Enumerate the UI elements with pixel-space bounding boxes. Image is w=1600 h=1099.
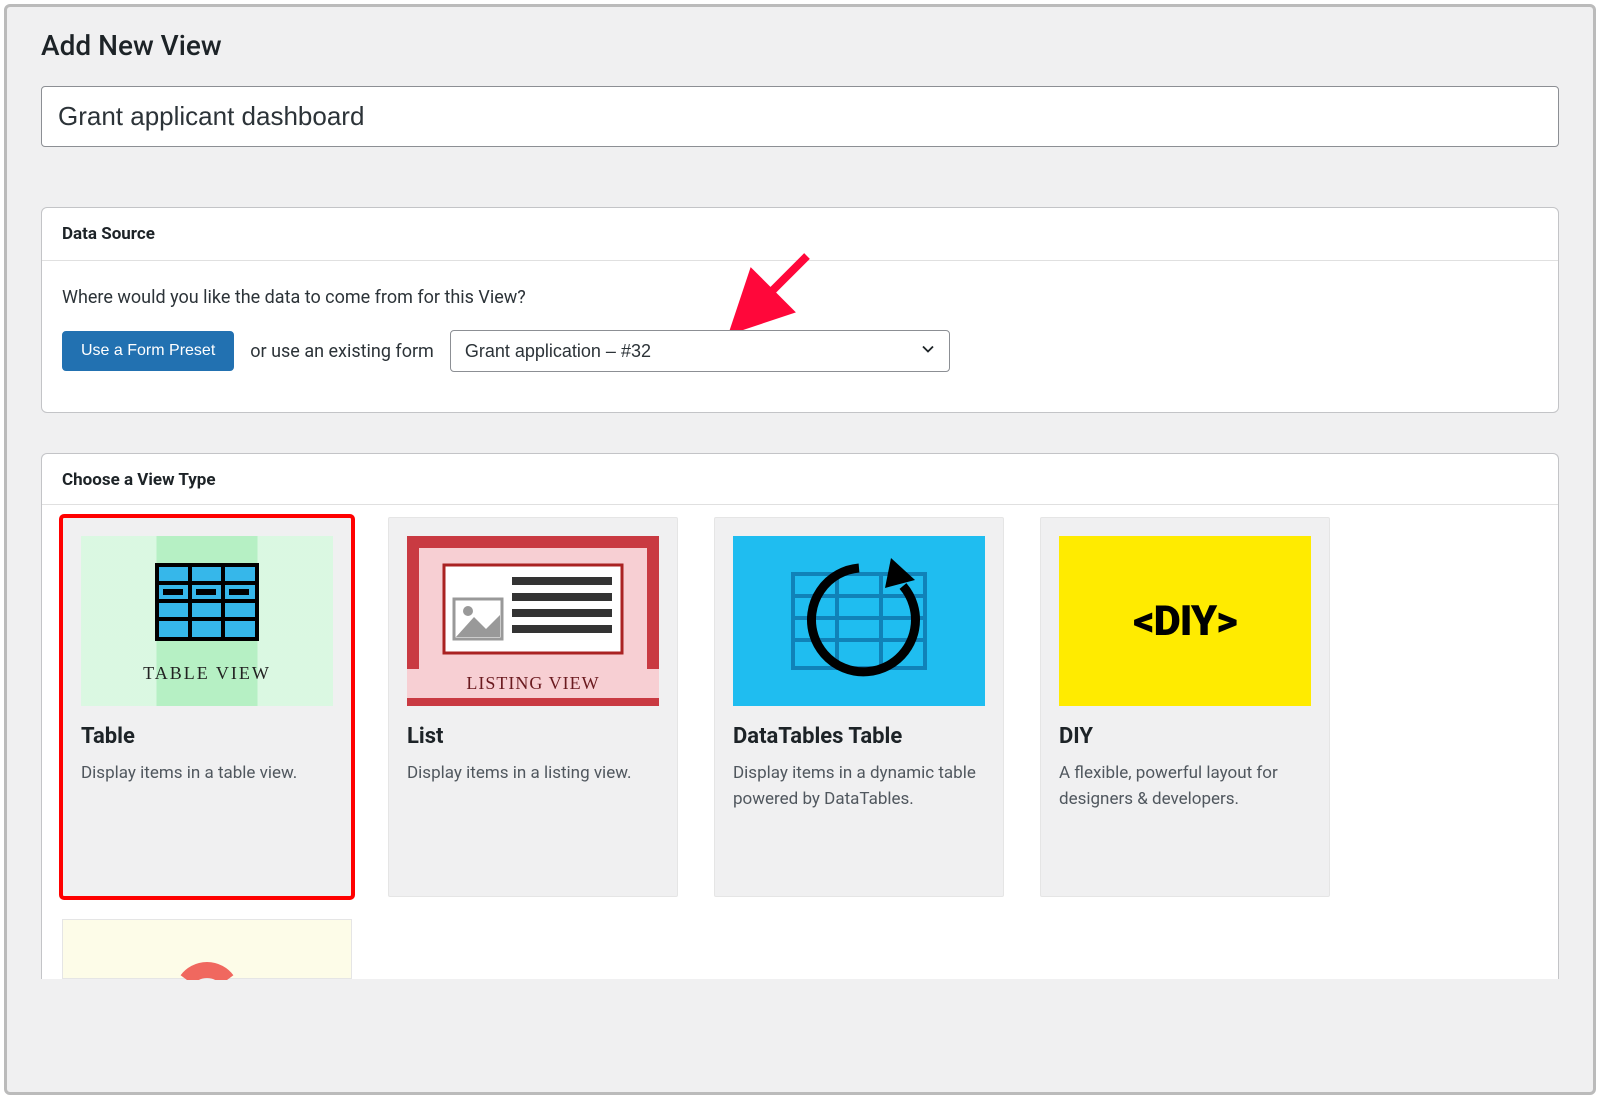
list-thumbnail: LISTING VIEW [407,536,659,706]
card-desc: Display items in a listing view. [407,761,659,787]
diy-thumbnail: <DIY> [1059,536,1311,706]
partial-circle-icon [172,930,242,980]
diy-thumb-caption: <DIY> [1133,597,1237,646]
view-type-cards-row2 [42,919,1558,979]
or-use-existing-text: or use an existing form [250,341,434,362]
card-desc: A flexible, powerful layout for designer… [1059,761,1311,812]
data-source-panel: Data Source Where would you like the dat… [41,207,1559,413]
view-type-card-diy[interactable]: <DIY> DIY A flexible, powerful layout fo… [1040,517,1330,897]
listing-card-icon [438,559,628,659]
view-type-card-table[interactable]: TABLE VIEW Table Display items in a tabl… [62,517,352,897]
view-type-card-datatables[interactable]: DataTables Table Display items in a dyna… [714,517,1004,897]
card-desc: Display items in a table view. [81,761,333,787]
card-title: DataTables Table [733,724,985,749]
card-title: Table [81,724,333,749]
data-source-prompt: Where would you like the data to come fr… [62,287,1538,308]
table-thumb-caption: TABLE VIEW [143,663,271,684]
card-title: DIY [1059,724,1311,749]
data-source-body: Where would you like the data to come fr… [42,261,1558,412]
view-type-heading: Choose a View Type [42,454,1558,505]
view-title-input[interactable] [41,86,1559,147]
card-desc: Display items in a dynamic table powered… [733,761,985,812]
table-grid-icon [147,559,267,659]
datatables-thumbnail [733,536,985,706]
view-type-card-partial[interactable] [62,919,352,979]
page-title: Add New View [7,7,1593,86]
view-type-card-list[interactable]: LISTING VIEW List Display items in a lis… [388,517,678,897]
card-title: List [407,724,659,749]
table-thumbnail: TABLE VIEW [81,536,333,706]
data-source-heading: Data Source [42,208,1558,261]
refresh-table-icon [779,546,939,696]
use-form-preset-button[interactable]: Use a Form Preset [62,331,234,371]
view-type-panel: Choose a View Type TA [41,453,1559,979]
existing-form-select[interactable]: Grant application – #32 [450,330,950,372]
list-thumb-caption: LISTING VIEW [407,669,659,698]
page-container: Add New View Data Source Where would you… [4,4,1596,1095]
view-type-cards: TABLE VIEW Table Display items in a tabl… [42,505,1558,919]
